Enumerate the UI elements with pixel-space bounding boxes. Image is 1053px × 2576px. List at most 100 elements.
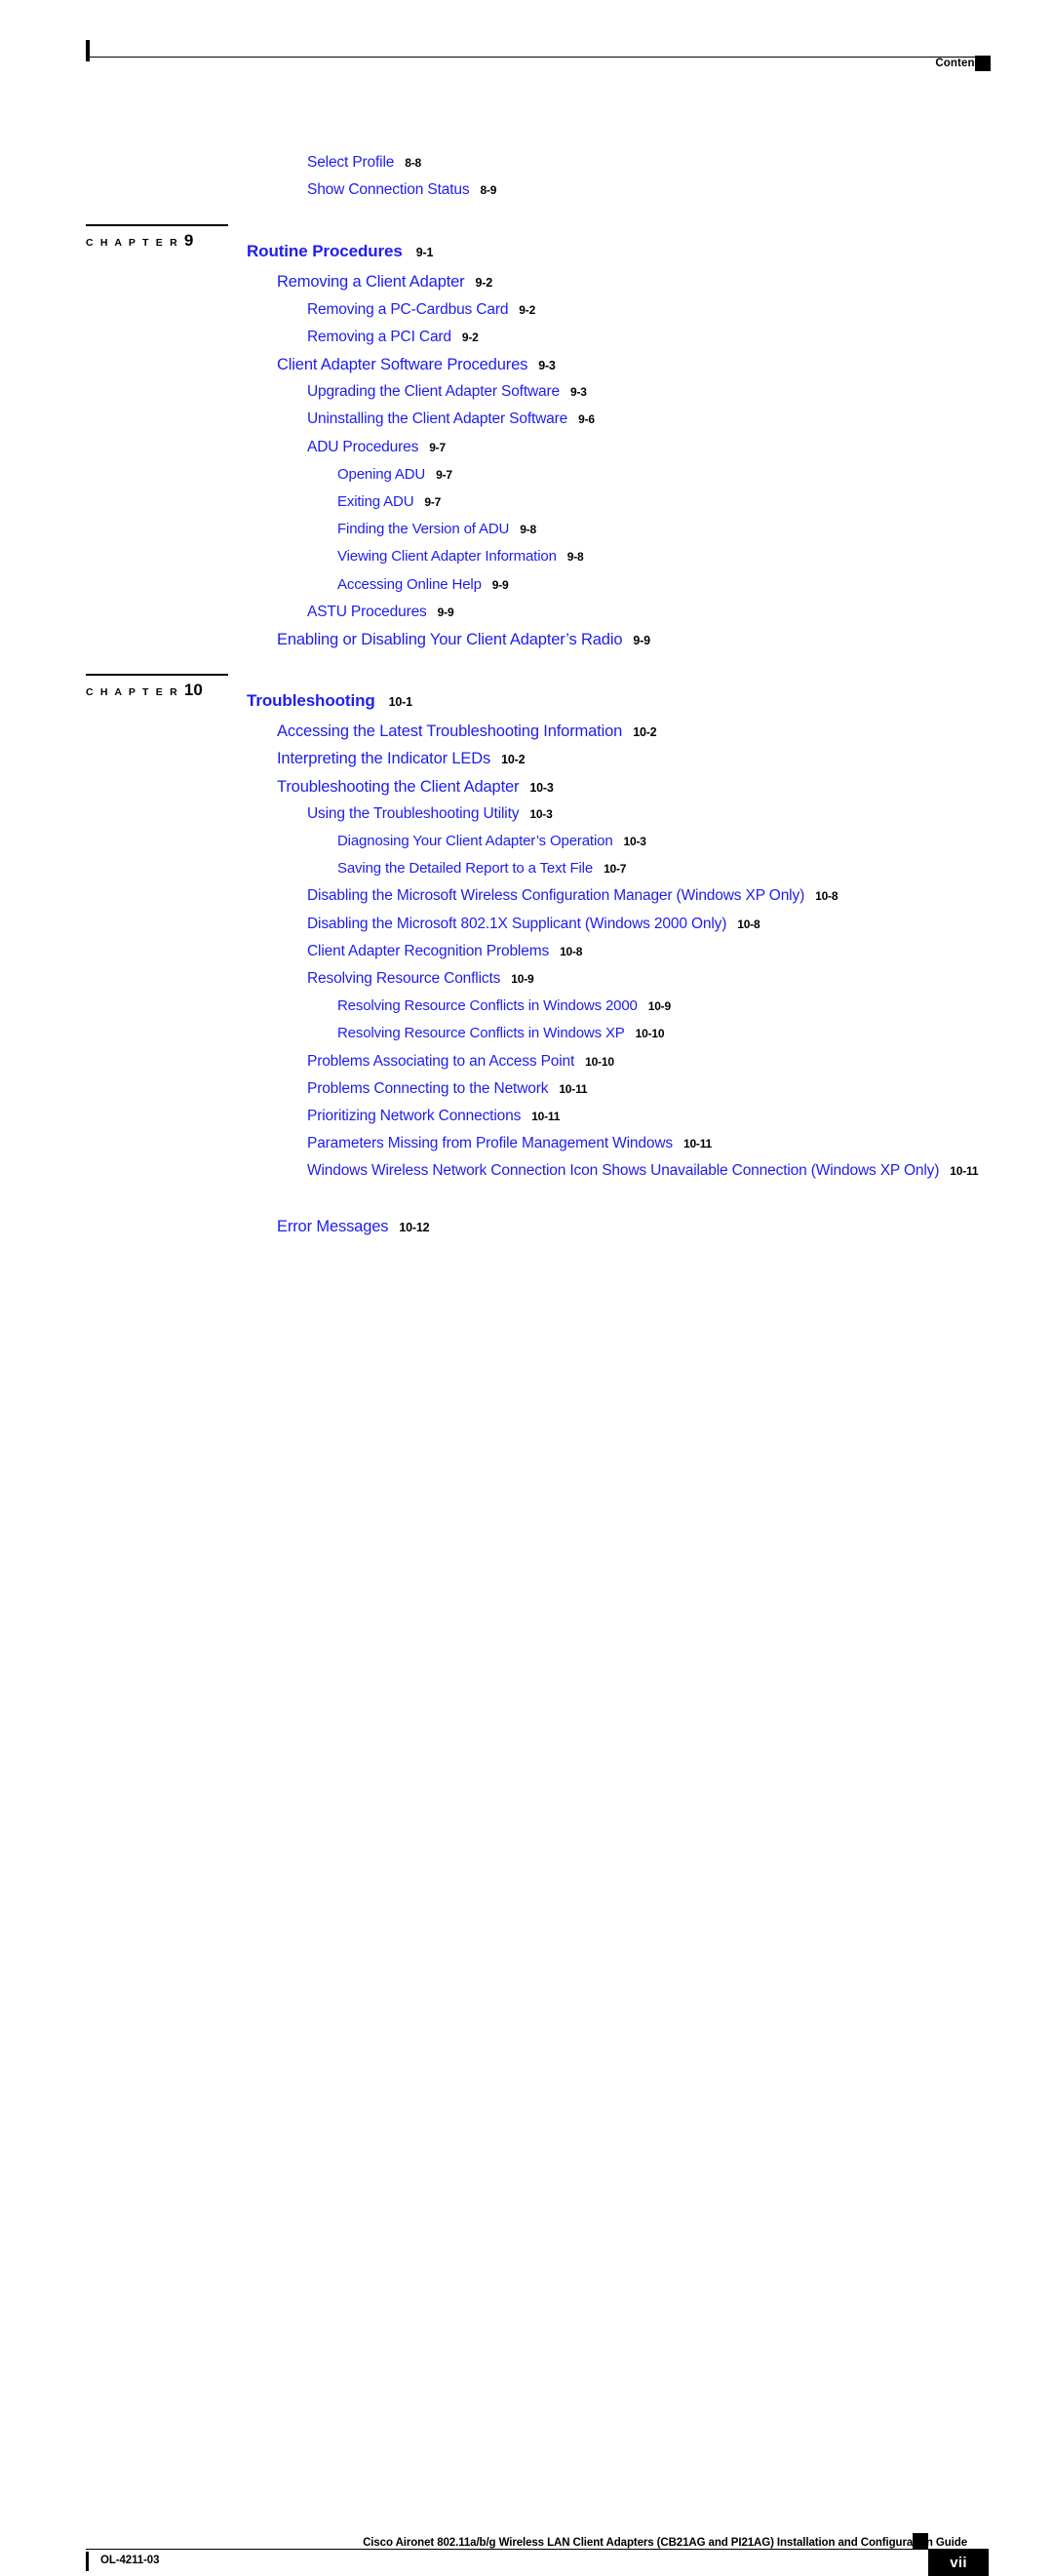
toc-entry[interactable]: Exiting ADU 9-7: [337, 493, 441, 511]
toc-entry-title[interactable]: Parameters Missing from Profile Manageme…: [307, 1135, 673, 1151]
toc-entry-title[interactable]: Opening ADU: [337, 466, 425, 483]
toc-entry[interactable]: Client Adapter Software Procedures 9-3: [277, 356, 556, 374]
toc-entry-title[interactable]: Removing a PC-Cardbus Card: [307, 301, 508, 318]
toc-entry-page-number: 9-7: [424, 495, 442, 509]
toc-entry[interactable]: Parameters Missing from Profile Manageme…: [307, 1135, 712, 1152]
footer-document-id: OL-4211-03: [100, 2555, 160, 2566]
toc-entry-page-number: 9-3: [538, 359, 556, 372]
toc-entry-title[interactable]: Resolving Resource Conflicts in Windows …: [337, 997, 638, 1014]
toc-entry[interactable]: Prioritizing Network Connections 10-11: [307, 1108, 560, 1125]
toc-entry-title[interactable]: Resolving Resource Conflicts in Windows …: [337, 1025, 625, 1041]
toc-entry[interactable]: Problems Connecting to the Network 10-11: [307, 1080, 588, 1098]
toc-entry-title[interactable]: ASTU Procedures: [307, 604, 427, 620]
toc-entry[interactable]: Removing a PCI Card 9-2: [307, 329, 479, 346]
toc-entry[interactable]: Finding the Version of ADU 9-8: [337, 521, 536, 538]
footer-page-number: vii: [928, 2549, 989, 2576]
toc-entry[interactable]: Resolving Resource Conflicts in Windows …: [337, 1025, 665, 1042]
toc-entry-page-number: 10-8: [815, 889, 838, 904]
toc-entry-title[interactable]: Client Adapter Recognition Problems: [307, 943, 549, 959]
toc-entry-title[interactable]: ADU Procedures: [307, 439, 418, 455]
toc-entry[interactable]: Show Connection Status 8-9: [307, 181, 496, 199]
toc-entry[interactable]: Disabling the Microsoft 802.1X Supplican…: [307, 916, 760, 933]
toc-entry[interactable]: Problems Associating to an Access Point 1…: [307, 1053, 614, 1071]
toc-entry[interactable]: Client Adapter Recognition Problems 10-8: [307, 943, 582, 960]
toc-entry-title[interactable]: Uninstalling the Client Adapter Software: [307, 410, 567, 427]
toc-entry-page-number: 10-8: [560, 944, 583, 958]
toc-entry-page-number: 10-2: [633, 725, 657, 740]
footer-rule: [86, 2549, 933, 2550]
toc-entry-title[interactable]: Removing a PCI Card: [307, 329, 451, 345]
toc-entry[interactable]: Opening ADU 9-7: [337, 466, 452, 484]
toc-entry-title[interactable]: Prioritizing Network Connections: [307, 1108, 521, 1124]
header-left-tick-icon: [86, 40, 90, 61]
toc-entry[interactable]: Saving the Detailed Report to a Text Fil…: [337, 860, 626, 878]
toc-entry[interactable]: Resolving Resource Conflicts 10-9: [307, 970, 534, 988]
toc-entry-title[interactable]: Disabling the Microsoft Wireless Configu…: [307, 887, 804, 904]
toc-entry-title[interactable]: Removing a Client Adapter: [277, 273, 465, 291]
toc-entry-title[interactable]: Accessing Online Help: [337, 576, 482, 593]
toc-entry-title[interactable]: Saving the Detailed Report to a Text Fil…: [337, 860, 593, 877]
toc-entry-title[interactable]: Finding the Version of ADU: [337, 521, 509, 537]
black-square-marker-icon: [913, 2533, 928, 2549]
toc-chapter-entry[interactable]: Routine Procedures 9-1: [247, 242, 433, 261]
toc-entry-title[interactable]: Upgrading the Client Adapter Software: [307, 383, 560, 400]
toc-entry-page-number: 9-2: [461, 330, 479, 344]
toc-entry-title[interactable]: Resolving Resource Conflicts: [307, 970, 500, 987]
page-header: Contents: [0, 0, 1053, 98]
toc-chapter-title[interactable]: Routine Procedures: [247, 242, 403, 260]
toc-entry-page-number: 10-10: [585, 1054, 614, 1069]
toc-entry[interactable]: Disabling the Microsoft Wireless Configu…: [307, 887, 838, 905]
toc-entry-title[interactable]: Problems Connecting to the Network: [307, 1080, 548, 1097]
toc-entry[interactable]: Accessing Online Help 9-9: [337, 576, 509, 594]
toc-entry[interactable]: Enabling or Disabling Your Client Adapte…: [277, 631, 650, 649]
toc-entry-page-number: 9-9: [437, 605, 454, 619]
chapter-marker: C H A P T E R 9: [86, 224, 228, 251]
toc-entry-title[interactable]: Accessing the Latest Troubleshooting Inf…: [277, 722, 622, 740]
toc-entry-title[interactable]: Diagnosing Your Client Adapter’s Operati…: [337, 833, 613, 849]
toc-entry-title[interactable]: Error Messages: [277, 1218, 389, 1235]
toc-entry[interactable]: Removing a Client Adapter 9-2: [277, 273, 492, 292]
toc-entry-page-number: 10-7: [604, 862, 627, 877]
toc-entry[interactable]: Troubleshooting the Client Adapter 10-3: [277, 778, 554, 797]
toc-entry-title[interactable]: Disabling the Microsoft 802.1X Supplican…: [307, 916, 726, 932]
toc-entry[interactable]: Select Profile 8-8: [307, 154, 421, 172]
toc-entry[interactable]: Upgrading the Client Adapter Software 9-3: [307, 383, 587, 401]
toc-entry-page-number: 10-10: [635, 1027, 665, 1041]
toc-entry[interactable]: ASTU Procedures 9-9: [307, 604, 454, 621]
toc-entry[interactable]: Accessing the Latest Troubleshooting Inf…: [277, 722, 657, 741]
footer-guide-title: Cisco Aironet 802.11a/b/g Wireless LAN C…: [363, 2537, 967, 2549]
toc-entry[interactable]: Resolving Resource Conflicts in Windows …: [337, 997, 671, 1015]
toc-entry-title[interactable]: Using the Troubleshooting Utility: [307, 805, 519, 822]
toc-chapter-page-number: 10-1: [388, 695, 412, 710]
toc-entry-title[interactable]: Enabling or Disabling Your Client Adapte…: [277, 631, 623, 648]
chapter-marker: C H A P T E R 10: [86, 674, 228, 700]
toc-entry-title[interactable]: Select Profile: [307, 154, 394, 171]
toc-entry-title[interactable]: Viewing Client Adapter Information: [337, 548, 557, 565]
chapter-marker-word: C H A P T E R: [86, 685, 179, 698]
toc-entry-title[interactable]: Troubleshooting the Client Adapter: [277, 778, 520, 796]
toc-entry[interactable]: ADU Procedures 9-7: [307, 439, 446, 456]
toc-entry-page-number: 9-7: [436, 467, 452, 482]
toc-entry[interactable]: Uninstalling the Client Adapter Software…: [307, 410, 595, 428]
toc-entry[interactable]: Removing a PC-Cardbus Card 9-2: [307, 301, 535, 319]
toc-entry-title[interactable]: Interpreting the Indicator LEDs: [277, 750, 490, 767]
toc-entry-page-number: 10-11: [559, 1081, 588, 1096]
toc-entry[interactable]: Viewing Client Adapter Information 9-8: [337, 548, 584, 566]
toc-chapter-title[interactable]: Troubleshooting: [247, 691, 375, 710]
toc-entry-title[interactable]: Client Adapter Software Procedures: [277, 356, 527, 373]
toc-chapter-entry[interactable]: Troubleshooting 10-1: [247, 691, 412, 711]
toc-entry-page-number: 10-2: [501, 753, 526, 767]
toc-entry-title[interactable]: Windows Wireless Network Connection Icon…: [307, 1162, 939, 1179]
toc-entry[interactable]: Using the Troubleshooting Utility 10-3: [307, 805, 553, 823]
toc-entry[interactable]: Interpreting the Indicator LEDs 10-2: [277, 750, 526, 768]
toc-entry[interactable]: Windows Wireless Network Connection Icon…: [307, 1162, 990, 1180]
toc-entry-title[interactable]: Show Connection Status: [307, 181, 470, 198]
black-square-marker-icon: [975, 56, 991, 71]
toc-entry[interactable]: Diagnosing Your Client Adapter’s Operati…: [337, 833, 646, 850]
toc-entry-title[interactable]: Problems Associating to an Access Point: [307, 1053, 574, 1070]
chapter-marker-text: C H A P T E R 10: [86, 681, 228, 700]
toc-entry-page-number: 9-3: [569, 385, 587, 400]
toc-entry-page-number: 8-8: [405, 156, 421, 170]
toc-entry[interactable]: Error Messages 10-12: [277, 1218, 430, 1236]
toc-entry-title[interactable]: Exiting ADU: [337, 493, 414, 510]
